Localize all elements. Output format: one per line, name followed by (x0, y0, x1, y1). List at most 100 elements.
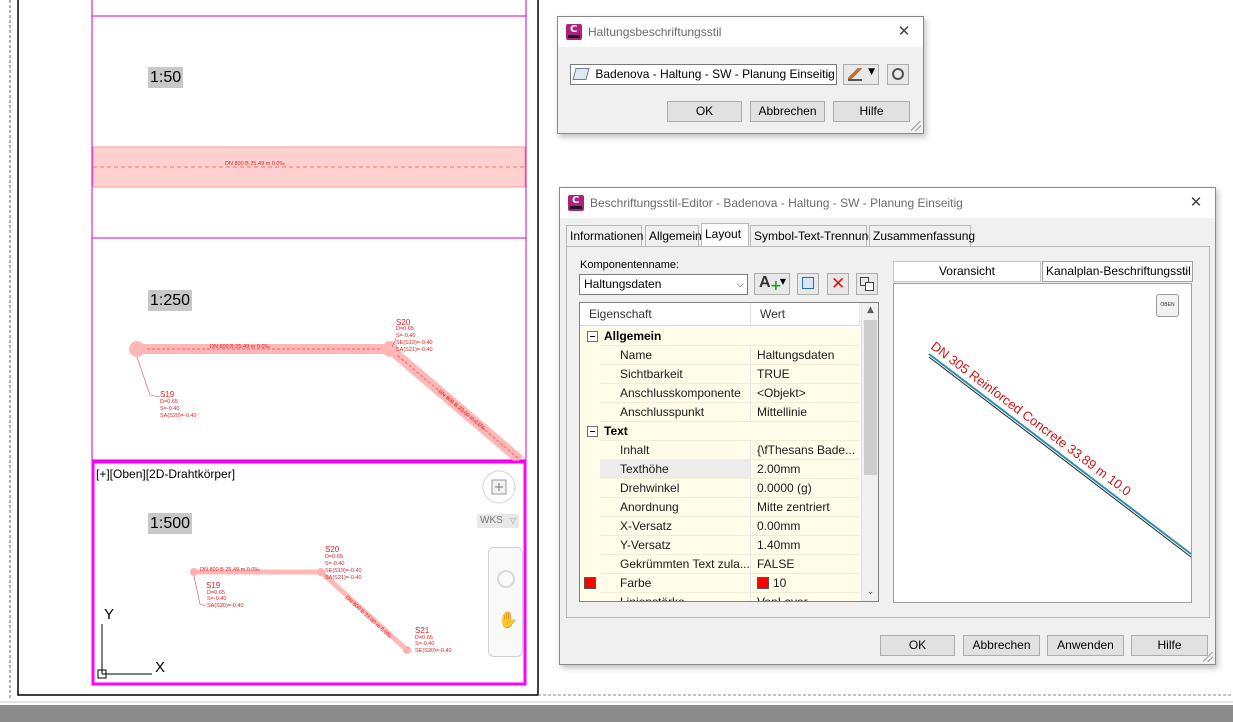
editor-resize-grip-icon[interactable] (1203, 652, 1213, 662)
resize-grip-icon[interactable] (911, 121, 921, 131)
style-icon (572, 68, 590, 80)
v2-s19-l1: D=0.65 (160, 399, 178, 405)
dialog1-titlebar[interactable]: Haltungsbeschriftungsstil ✕ (558, 17, 923, 47)
steering-wheel-icon[interactable] (497, 570, 515, 588)
property-grid-scrollbar[interactable]: ▲ ⌄ (861, 303, 878, 601)
v3-s21-l2: S=-0.40 (415, 641, 434, 647)
v3-s20-l4: SA(S21)=-0.40 (325, 575, 362, 581)
viewport-2-scale: 1:250 (148, 290, 193, 311)
preview-label: Voransicht (893, 261, 1041, 282)
editor-titlebar[interactable]: Beschriftungsstil-Editor - Badenova - Ha… (560, 188, 1215, 218)
v3-s19-l3: SA(S20)=-0.40 (207, 603, 244, 609)
component-name-select[interactable]: Haltungsdaten ⌵ (579, 274, 748, 295)
property-row-color[interactable]: Farbe 10 (580, 574, 860, 593)
civil3d-app-icon (566, 24, 582, 40)
label-style-select[interactable]: Badenova - Haltung - SW - Planung Einsei… (570, 64, 837, 85)
scroll-up-icon[interactable]: ▲ (865, 305, 876, 317)
wks-dropdown[interactable]: WKS ▽ (477, 514, 519, 528)
v2-s20-l4: SA(S21)=-0.40 (396, 347, 433, 353)
property-row[interactable]: Gekrümmten Text zula... FALSE (580, 555, 860, 574)
v2-s20-l1: D=0.65 (396, 326, 414, 332)
component-name-value: Haltungsdaten (584, 277, 662, 291)
v3-s20-name: S20 (325, 545, 340, 554)
preview-style-value: Kanalplan-Beschriftungsstil (1046, 264, 1191, 278)
editor-title: Beschriftungsstil-Editor - Badenova - Ha… (590, 196, 963, 210)
copy-component-icon (802, 277, 814, 289)
v2-pipe-label: DN 800 B 25.49 m 0.0‰ (210, 344, 270, 350)
v3-s20-l1: D=0.65 (325, 554, 343, 560)
collapse-icon[interactable] (587, 426, 598, 437)
property-row[interactable]: Sichtbarkeit TRUE (580, 365, 860, 384)
scroll-down-icon[interactable]: ⌄ (865, 587, 876, 599)
label-style-value: Badenova - Haltung - SW - Planung Einsei… (595, 67, 835, 81)
v2-s20-l3: SE(S19)=-0.40 (396, 340, 433, 346)
dialog1-title: Haltungsbeschriftungsstil (588, 25, 722, 39)
dialog1-help-button[interactable]: Hilfe (833, 101, 910, 122)
property-row[interactable]: Anordnung Mitte zentriert (580, 498, 860, 517)
v3-s21-name: S21 (415, 626, 430, 635)
category-text[interactable]: Text (580, 422, 860, 441)
style-edit-menu-button[interactable]: ▼ (843, 64, 879, 85)
grid-header-value[interactable]: Wert (751, 303, 860, 326)
pick-icon (892, 68, 904, 80)
property-grid[interactable]: Eigenschaft Wert Allgemein Name Haltungsd… (579, 302, 879, 602)
dialog1-close-icon[interactable]: ✕ (897, 24, 911, 39)
scroll-thumb[interactable] (864, 320, 877, 475)
pan-hand-icon[interactable]: ✋ (498, 610, 518, 629)
viewport-3-scale: 1:500 (148, 513, 193, 534)
chevron-down-icon: ⌵ (736, 279, 744, 290)
property-row[interactable]: Drehwinkel 0.0000 (g) (580, 479, 860, 498)
editor-close-icon[interactable]: ✕ (1189, 195, 1203, 210)
property-row[interactable]: Linienstärke VonLayer (580, 593, 860, 601)
v3-s20-l2: S=-0.40 (325, 561, 344, 567)
tab-allgemein[interactable]: Allgemein (645, 225, 702, 246)
chevron-down-icon: ⌵ (1181, 266, 1189, 277)
grid-header-property[interactable]: Eigenschaft (580, 303, 751, 326)
add-component-button[interactable]: A + ▼ (754, 273, 790, 295)
viewport-3-view-label[interactable]: [+][Oben][2D-Drahtkörper] (96, 467, 235, 481)
v2-s20-l2: S=-0.40 (396, 333, 415, 339)
property-row[interactable]: X-Versatz 0.00mm (580, 517, 860, 536)
color-swatch-icon (584, 577, 596, 589)
chevron-down-icon: ▼ (868, 67, 875, 77)
civil3d-app-icon (568, 195, 584, 211)
preview-style-select[interactable]: Kanalplan-Beschriftungsstil ⌵ (1042, 261, 1193, 282)
tab-symbol-text-trennung[interactable]: Symbol-Text-Trennung (750, 225, 875, 246)
chevron-down-icon: ▼ (779, 277, 786, 286)
preview-canvas[interactable]: OBEN DN 305 Reinforced Concrete 33.89 m … (893, 283, 1192, 603)
editor-apply-button[interactable]: Anwenden (1047, 635, 1124, 656)
add-text-icon: A (759, 274, 771, 291)
delete-icon: ✕ (831, 274, 846, 294)
property-row[interactable]: Anschlusskomponente <Objekt> (580, 384, 860, 403)
property-row[interactable]: Name Haltungsdaten (580, 346, 860, 365)
tab-informationen[interactable]: Informationen (566, 225, 643, 246)
v3-s19-name: S19 (206, 581, 221, 590)
tab-layout[interactable]: Layout (701, 223, 749, 246)
svg-text:X: X (155, 659, 165, 676)
color-swatch-icon (757, 577, 769, 589)
dialog1-ok-button[interactable]: OK (667, 101, 742, 122)
property-row[interactable]: Inhalt {\fThesans Bade... (580, 441, 860, 460)
dialog1-cancel-button[interactable]: Abbrechen (750, 101, 825, 122)
v3-s20-l3: SE(S19)=-0.40 (325, 568, 362, 574)
component-name-label: Komponentenname: (580, 259, 680, 271)
delete-component-button[interactable]: ✕ (827, 273, 849, 295)
category-allgemein[interactable]: Allgemein (580, 327, 860, 346)
property-row[interactable]: Y-Versatz 1.40mm (580, 536, 860, 555)
property-row-selected[interactable]: Texthöhe 2.00mm (580, 460, 860, 479)
collapse-icon[interactable] (587, 331, 598, 342)
svg-text:Y: Y (104, 606, 114, 623)
draw-order-icon-2 (865, 282, 874, 291)
tab-zusammenfassung[interactable]: Zusammenfassung (869, 225, 975, 246)
v3-pipe-label: DN 800 B 25.49 m 0.0‰ (200, 567, 260, 573)
editor-ok-button[interactable]: OK (880, 635, 955, 656)
editor-help-button[interactable]: Hilfe (1131, 635, 1208, 656)
v2-s19-l2: S=-0.40 (160, 406, 179, 412)
property-row[interactable]: Anschlusspunkt Mittellinie (580, 403, 860, 422)
v2-s19-name: S19 (160, 390, 175, 399)
editor-cancel-button[interactable]: Abbrechen (963, 635, 1040, 656)
draw-order-button[interactable] (856, 273, 878, 295)
pick-from-drawing-button[interactable] (887, 64, 909, 85)
copy-component-button[interactable] (797, 273, 819, 295)
navigation-bar[interactable]: ✋ (488, 547, 523, 657)
